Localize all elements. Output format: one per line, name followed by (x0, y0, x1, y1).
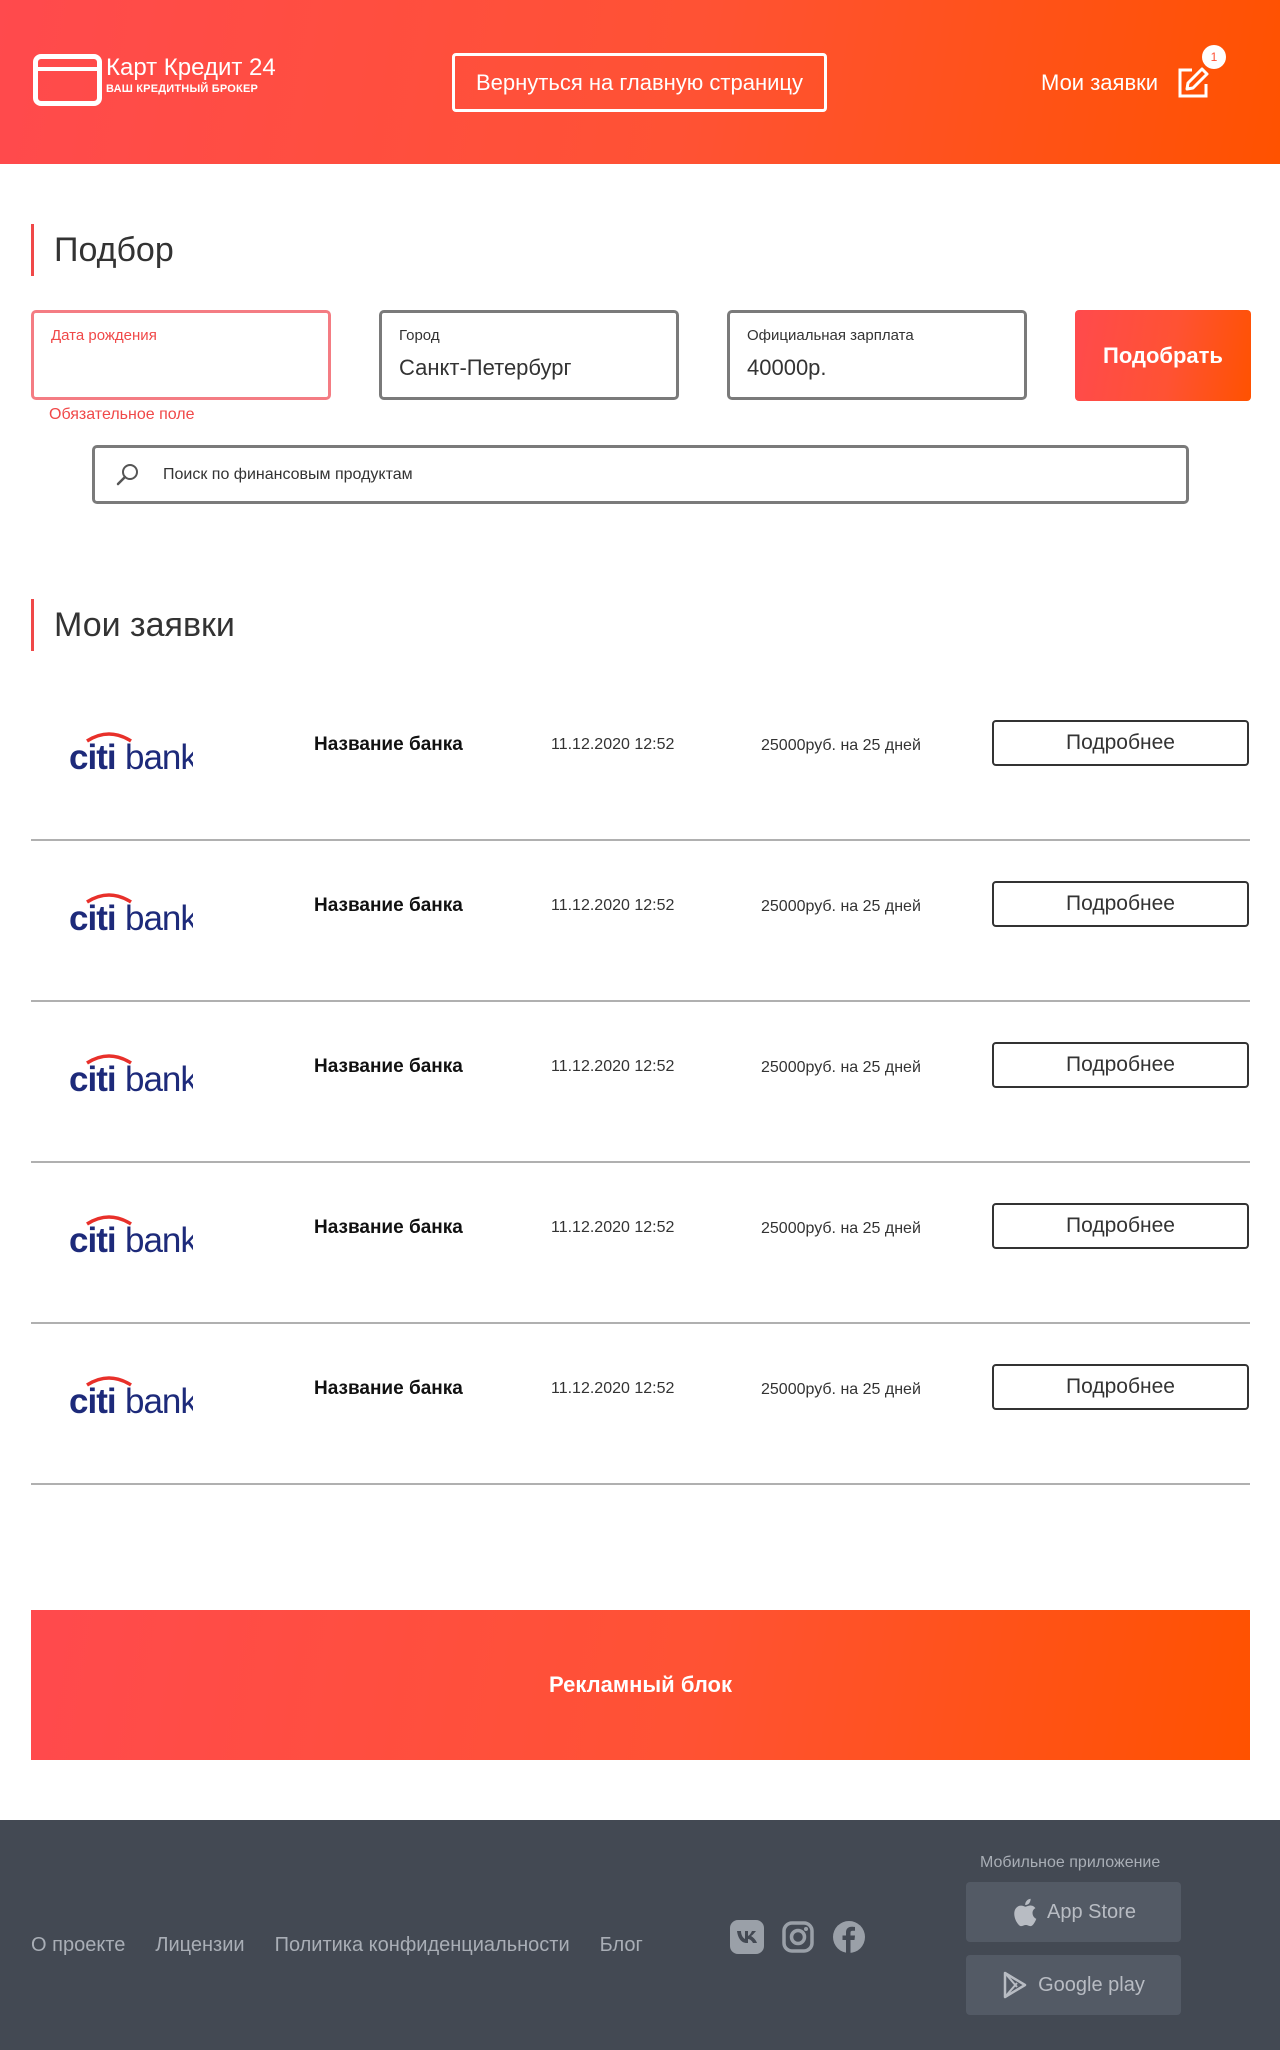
footer-link-licenses[interactable]: Лицензии (155, 1934, 244, 1957)
application-row: citi bank Название банка 11.12.2020 12:52 25… (31, 1163, 1250, 1324)
application-date: 11.12.2020 12:52 (551, 897, 675, 914)
application-date: 11.12.2020 12:52 (551, 1058, 675, 1075)
logo-title: Карт Кредит 24 (106, 54, 276, 81)
google-play-button[interactable]: Google play (966, 1955, 1181, 2015)
facebook-icon[interactable] (832, 1920, 866, 1954)
logo-subtitle: ВАШ КРЕДИТНЫЙ БРОКЕР (106, 83, 259, 95)
google-play-label: Google play (1038, 1973, 1145, 1996)
svg-text:citi: citi (69, 1221, 116, 1258)
ad-block[interactable]: Рекламный блок (31, 1610, 1250, 1760)
details-button[interactable]: Подробнее (992, 1203, 1249, 1249)
svg-text:citi: citi (69, 1382, 116, 1419)
social-links (730, 1920, 883, 1954)
application-date: 11.12.2020 12:52 (551, 736, 675, 753)
search-icon (115, 462, 141, 488)
application-amount: 25000руб. на 25 дней (761, 1059, 921, 1076)
app-store-button[interactable]: App Store (966, 1882, 1181, 1942)
app-store-label: App Store (1047, 1900, 1136, 1923)
product-search (92, 445, 1189, 504)
birth-date-field[interactable]: Дата рождения (31, 310, 331, 400)
city-value: Санкт-Петербург (399, 355, 572, 380)
selection-title: Подбор (31, 224, 174, 276)
application-row: citi bank Название банка 11.12.2020 12:52 25… (31, 841, 1250, 1002)
svg-text:citi: citi (69, 1060, 116, 1097)
footer-link-privacy[interactable]: Политика конфиденциальности (275, 1934, 570, 1957)
details-button[interactable]: Подробнее (992, 720, 1249, 766)
svg-text:bank: bank (125, 1060, 193, 1097)
application-row: citi bank Название банка 11.12.2020 12:52 25… (31, 680, 1250, 841)
citibank-logo: citi bank (69, 1053, 199, 1099)
svg-text:citi: citi (69, 738, 116, 775)
home-button[interactable]: Вернуться на главную страницу (452, 53, 827, 112)
citibank-logo: citi bank (69, 1375, 199, 1421)
notification-badge: 1 (1202, 45, 1226, 69)
apple-icon (1014, 1898, 1037, 1927)
application-date: 11.12.2020 12:52 (551, 1380, 675, 1397)
application-amount: 25000руб. на 25 дней (761, 737, 921, 754)
mobile-app-label: Мобильное приложение (980, 1854, 1161, 1871)
bank-name: Название банка (314, 1217, 463, 1238)
footer-link-about[interactable]: О проекте (31, 1934, 125, 1957)
footer: О проекте Лицензии Политика конфиденциал… (0, 1820, 1280, 2050)
application-amount: 25000руб. на 25 дней (761, 898, 921, 915)
details-button[interactable]: Подробнее (992, 881, 1249, 927)
footer-links: О проекте Лицензии Политика конфиденциал… (31, 1934, 673, 1957)
applications-title: Мои заявки (31, 599, 235, 651)
svg-text:bank: bank (125, 738, 193, 775)
my-applications-link[interactable]: Мои заявки (1041, 62, 1216, 104)
salary-field[interactable]: Официальная зарплата 40000р. (727, 310, 1027, 400)
details-button[interactable]: Подробнее (992, 1042, 1249, 1088)
svg-text:bank: bank (125, 899, 193, 936)
footer-link-blog[interactable]: Блог (600, 1934, 643, 1957)
application-amount: 25000руб. на 25 дней (761, 1381, 921, 1398)
citibank-logo: citi bank (69, 1214, 199, 1260)
city-label: Город (399, 327, 440, 344)
applications-list: citi bank Название банка 11.12.2020 12:52 25… (31, 680, 1250, 1485)
header: Карт Кредит 24 ВАШ КРЕДИТНЫЙ БРОКЕР Верн… (0, 0, 1280, 164)
application-amount: 25000руб. на 25 дней (761, 1220, 921, 1237)
google-play-icon (1003, 1971, 1027, 1999)
bank-name: Название банка (314, 1056, 463, 1077)
vk-icon[interactable] (730, 1920, 764, 1954)
svg-text:citi: citi (69, 899, 116, 936)
citibank-logo: citi bank (69, 731, 199, 777)
pick-button[interactable]: Подобрать (1075, 310, 1251, 401)
bank-name: Название банка (314, 1378, 463, 1399)
citibank-logo: citi bank (69, 892, 199, 938)
bank-name: Название банка (314, 734, 463, 755)
application-date: 11.12.2020 12:52 (551, 1219, 675, 1236)
svg-text:bank: bank (125, 1382, 193, 1419)
salary-value: 40000р. (747, 355, 827, 380)
salary-label: Официальная зарплата (747, 327, 914, 344)
my-applications-label: Мои заявки (1041, 70, 1159, 95)
application-row: citi bank Название банка 11.12.2020 12:52 25… (31, 1324, 1250, 1485)
details-button[interactable]: Подробнее (992, 1364, 1249, 1410)
logo[interactable]: Карт Кредит 24 ВАШ КРЕДИТНЫЙ БРОКЕР (33, 54, 276, 106)
bank-name: Название банка (314, 895, 463, 916)
search-input[interactable] (163, 448, 1163, 501)
birth-date-error: Обязательное поле (49, 406, 195, 423)
instagram-icon[interactable] (781, 1920, 815, 1954)
svg-text:bank: bank (125, 1221, 193, 1258)
application-row: citi bank Название банка 11.12.2020 12:52 25… (31, 1002, 1250, 1163)
birth-date-label: Дата рождения (51, 327, 157, 344)
city-field[interactable]: Город Санкт-Петербург (379, 310, 679, 400)
credit-card-icon (33, 54, 102, 106)
